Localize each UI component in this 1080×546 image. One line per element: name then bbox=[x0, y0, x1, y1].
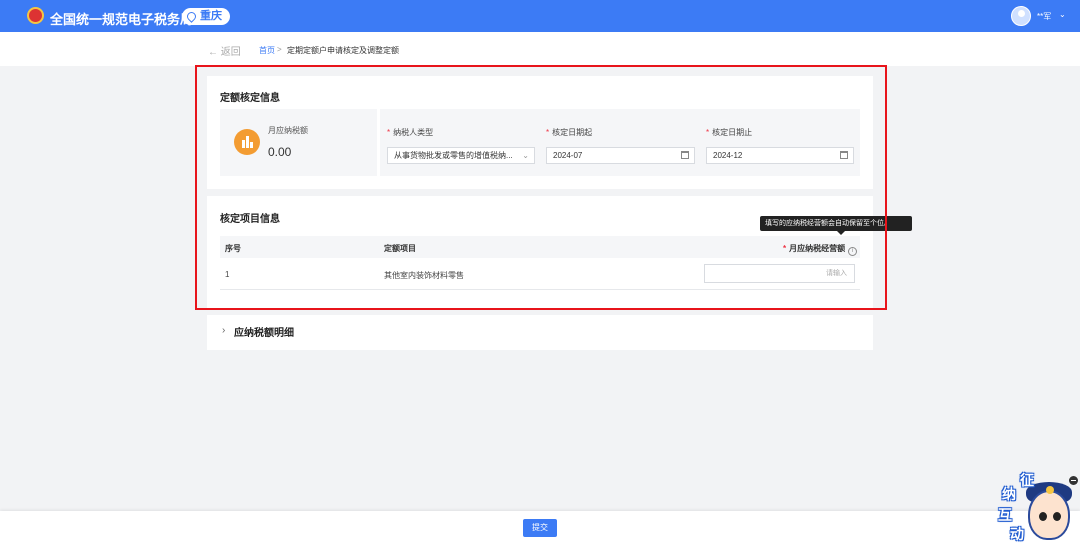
user-name[interactable]: **军 bbox=[1037, 11, 1051, 22]
mascot-char: 互 bbox=[998, 507, 1012, 523]
close-icon[interactable] bbox=[1069, 476, 1078, 485]
submit-button[interactable]: 提交 bbox=[523, 519, 557, 537]
mascot-eye bbox=[1039, 512, 1047, 521]
tax-detail-title: 应纳税额明细 bbox=[234, 328, 294, 339]
chevron-right-icon: › bbox=[222, 325, 226, 336]
chevron-down-icon[interactable]: ⌄ bbox=[1059, 10, 1066, 19]
avatar[interactable] bbox=[1011, 6, 1031, 26]
region-label: 重庆 bbox=[200, 10, 222, 22]
top-bar: 全国统一规范电子税务局 重庆 **军 ⌄ bbox=[0, 0, 1080, 32]
mascot-face bbox=[1028, 490, 1070, 540]
breadcrumb-current: 定期定额户申请核定及调整定额 bbox=[287, 46, 399, 55]
mascot-widget[interactable]: 征 纳 互 动 bbox=[998, 472, 1080, 546]
back-label: 返回 bbox=[220, 47, 241, 58]
badge-icon bbox=[1046, 486, 1054, 494]
breadcrumb: ← 返回 首页 > 定期定额户申请核定及调整定额 bbox=[0, 32, 1080, 66]
footer-bar: 提交 bbox=[0, 511, 1080, 546]
tax-detail-collapse[interactable]: › 应纳税额明细 bbox=[207, 315, 873, 350]
breadcrumb-separator: > bbox=[277, 45, 282, 54]
region-selector[interactable]: 重庆 bbox=[182, 8, 230, 25]
breadcrumb-home-link[interactable]: 首页 bbox=[259, 45, 275, 56]
location-pin-icon bbox=[185, 10, 198, 23]
back-button[interactable]: ← 返回 bbox=[208, 43, 241, 58]
site-title[interactable]: 全国统一规范电子税务局 bbox=[50, 9, 193, 28]
mascot-eye bbox=[1053, 512, 1061, 521]
mascot-char: 纳 bbox=[1002, 486, 1016, 502]
mascot-char: 征 bbox=[1020, 472, 1034, 488]
mascot-char: 动 bbox=[1010, 526, 1024, 542]
highlight-box bbox=[195, 65, 887, 310]
tax-emblem-icon bbox=[27, 7, 44, 24]
